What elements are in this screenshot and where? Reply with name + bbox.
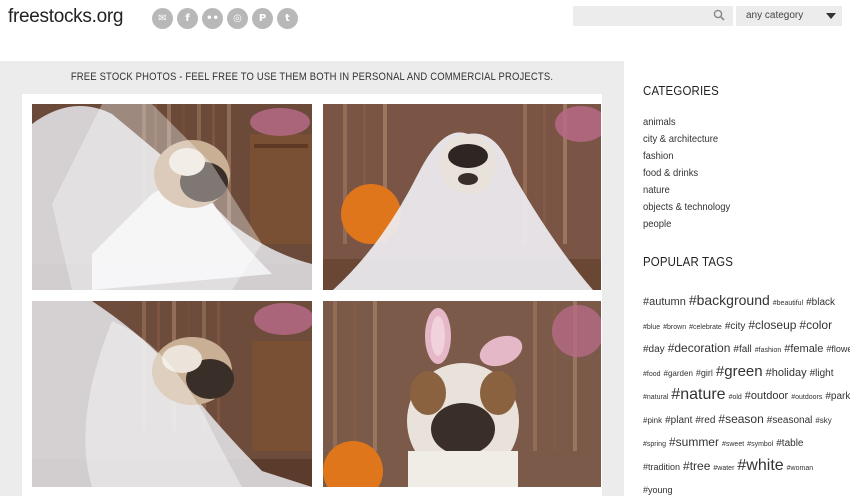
social-links: ✉ f •• ◎ Pt [152,8,298,29]
tag-link[interactable]: #woman [787,457,813,481]
tag-link[interactable]: #outdoor [745,385,788,409]
tag-link[interactable]: #season [718,408,763,432]
tag-link[interactable]: #plant [665,409,692,433]
tag-link[interactable]: #background [689,289,770,313]
tag-link[interactable]: #park [825,385,850,409]
tag-link[interactable]: #old [729,386,742,410]
tag-link[interactable]: #black [806,291,835,315]
tag-link[interactable]: #closeup [748,314,796,338]
tag-row: #day #decoration #fall #fashion #female #flow… [643,336,850,362]
photo-bulldog-veil-1[interactable] [32,104,312,290]
tag-row: #autumn #background #beautiful #black [643,289,839,313]
search-input[interactable] [573,6,733,26]
tag-link[interactable]: #white [737,454,783,478]
tag-row: #tradition #tree #water #white #woman [643,454,839,478]
facebook-icon[interactable]: f [177,8,198,29]
site-logo[interactable]: freestocks.org [8,6,123,28]
tag-link[interactable]: #outdoors [791,386,822,410]
tag-link[interactable]: #tree [683,455,710,479]
pinterest-icon[interactable]: P [252,8,273,29]
tag-link[interactable]: #natural [643,386,668,410]
tag-link[interactable]: #female [784,338,823,362]
category-link[interactable]: food & drinks [643,165,730,182]
photo-bulldog-veil-2[interactable] [323,104,601,290]
category-link[interactable]: animals [643,114,730,131]
tag-link[interactable]: #young [643,479,673,496]
sidebar: CATEGORIES animals city & architecture fas… [624,61,850,496]
category-link[interactable]: city & architecture [643,131,730,148]
tag-link[interactable]: #pink [643,409,662,433]
tag-link[interactable]: #table [776,432,803,456]
tag-row: #spring #summer #sweet #symbol #table [643,430,839,454]
category-link[interactable]: objects & technology [643,199,730,216]
tag-link[interactable]: #flower [826,338,850,362]
tag-link[interactable]: #light [810,362,834,386]
tag-link[interactable]: #girl [696,362,713,386]
tag-link[interactable]: #color [799,314,832,338]
category-link[interactable]: people [643,216,730,233]
search-box[interactable] [573,6,733,26]
tag-row: #pink #plant #red #season #seasonal #sky [643,407,839,431]
tag-link[interactable]: #spring [643,433,666,457]
tag-row: #blue #brown #celebrate #city #closeup #color [643,313,839,337]
category-select-value: any category [746,10,804,21]
tag-link[interactable]: #sky [815,409,831,433]
site-tagline: FREE STOCK PHOTOS - FEEL FREE TO USE THE… [70,71,554,83]
tag-link[interactable]: #garden [664,362,693,386]
tag-link[interactable]: #day [643,338,665,362]
tag-link[interactable]: #summer [669,431,719,455]
tag-link[interactable]: #fall [733,338,751,362]
category-link[interactable]: fashion [643,148,730,165]
tag-link[interactable]: #nature [671,383,725,407]
photo-bulldog-veil-3[interactable] [32,301,312,487]
tag-link[interactable]: #water [713,457,734,481]
tag-link[interactable]: #city [725,315,746,339]
tag-link[interactable]: #autumn [643,291,686,315]
categories-title: CATEGORIES [643,83,719,98]
category-link[interactable]: nature [643,182,730,199]
photo-bulldog-bunny-ears[interactable] [323,301,601,487]
tag-link[interactable]: #holiday [766,362,807,386]
categories-list: animals city & architecture fashion food & … [643,114,740,233]
email-icon[interactable]: ✉ [152,8,173,29]
flickr-icon[interactable]: •• [202,8,223,29]
tag-row: #food #garden #girl #green #holiday #light [643,360,839,384]
instagram-icon[interactable]: ◎ [227,8,248,29]
tag-link[interactable]: #red [695,409,715,433]
tag-link[interactable]: #decoration [668,337,731,361]
category-select[interactable]: any category [736,6,842,26]
popular-tags: #autumn #background #beautiful #black #blue #… [643,289,850,496]
tag-link[interactable]: #green [716,360,763,384]
main-content: FREE STOCK PHOTOS - FEEL FREE TO USE THE… [0,61,624,496]
search-icon[interactable] [713,9,725,21]
tag-row: #natural #nature #old #outdoor #outdoors #par… [643,383,850,410]
chevron-down-icon [826,13,836,19]
tag-link[interactable]: #seasonal [767,409,813,433]
popular-tags-title: POPULAR TAGS [643,254,734,269]
tag-link[interactable]: #tradition [643,456,680,480]
tag-link[interactable]: #beautiful [773,292,803,316]
twitter-icon[interactable]: t [277,8,298,29]
site-header: freestocks.org ✉ f •• ◎ Pt any category [0,0,850,60]
